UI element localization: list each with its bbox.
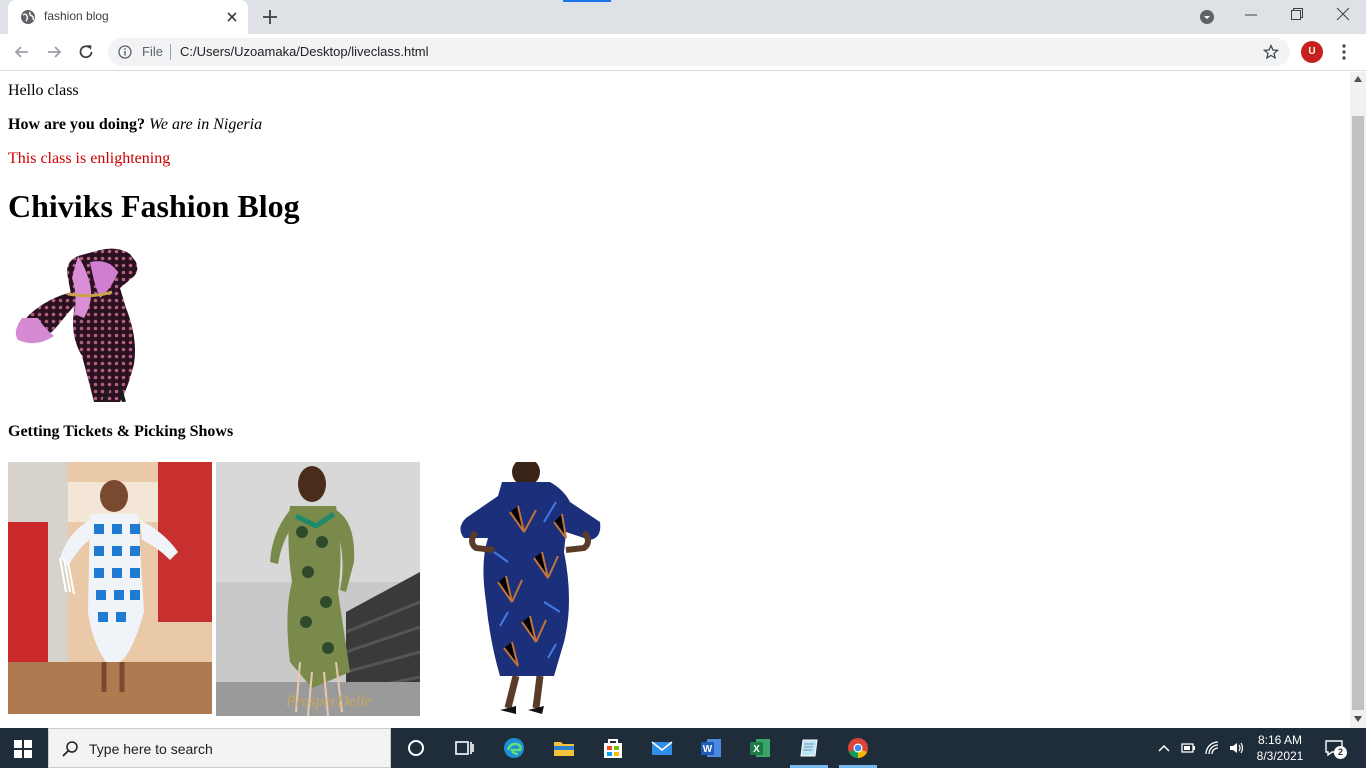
greeting-text: Hello class <box>8 82 79 99</box>
scroll-up-arrow-icon[interactable] <box>1354 76 1362 82</box>
pink-lace-dress-image <box>8 248 158 402</box>
bookmark-star-icon[interactable] <box>1263 44 1279 60</box>
back-icon[interactable] <box>12 42 32 62</box>
page-viewport: Hello class How are you doing? We are in… <box>0 72 1350 728</box>
question-line: How are you doing? We are in Nigeria <box>8 116 262 134</box>
page-scrollbar[interactable] <box>1350 72 1366 728</box>
notepad-icon[interactable] <box>797 736 821 760</box>
word-icon[interactable]: W <box>699 736 723 760</box>
tab-search-icon[interactable] <box>1199 9 1215 25</box>
svg-text:W: W <box>703 744 713 755</box>
address-bar[interactable]: File C:/Users/Uzoamaka/Desktop/liveclass… <box>108 38 1290 66</box>
scheme-label: File <box>142 44 163 59</box>
clock-time: 8:16 AM <box>1257 733 1303 747</box>
show-hidden-icons-chevron-icon[interactable] <box>1156 740 1172 756</box>
profile-avatar[interactable]: U <box>1301 41 1323 63</box>
edge-icon[interactable] <box>502 736 526 760</box>
windows-taskbar: Type here to search W X 8:16 AM 8/3/2021… <box>0 728 1366 768</box>
battery-icon[interactable] <box>1180 740 1196 756</box>
notification-count-badge: 2 <box>1334 746 1347 759</box>
cortana-icon[interactable] <box>404 736 428 760</box>
minimize-icon[interactable] <box>1244 8 1258 22</box>
question-bold-text: How are you doing? <box>8 116 146 133</box>
scroll-down-arrow-icon[interactable] <box>1354 716 1362 722</box>
green-print-fringe-dress-image: ProsperDelle <box>216 462 420 716</box>
enlightening-text: This class is enlightening <box>8 150 171 167</box>
close-tab-icon[interactable] <box>224 9 240 25</box>
reload-icon[interactable] <box>76 42 96 62</box>
chrome-icon[interactable] <box>846 736 870 760</box>
search-icon <box>62 741 78 757</box>
scroll-thumb[interactable] <box>1352 116 1364 710</box>
file-explorer-icon[interactable] <box>552 736 576 760</box>
new-tab-icon[interactable] <box>260 7 280 27</box>
page-title: Chiviks Fashion Blog <box>8 188 300 224</box>
svg-text:ProsperDelle: ProsperDelle <box>285 693 372 710</box>
tab-title: fashion blog <box>44 9 109 23</box>
windows-start-icon[interactable] <box>14 740 32 758</box>
mail-icon[interactable] <box>650 736 674 760</box>
restore-icon[interactable] <box>1290 7 1304 21</box>
excel-icon[interactable]: X <box>748 736 772 760</box>
info-icon[interactable] <box>118 45 132 59</box>
search-placeholder: Type here to search <box>89 741 213 757</box>
wifi-icon[interactable] <box>1204 740 1220 756</box>
forward-icon[interactable] <box>44 42 64 62</box>
svg-text:X: X <box>753 744 760 755</box>
store-icon[interactable] <box>601 736 625 760</box>
taskbar-clock[interactable]: 8:16 AM 8/3/2021 <box>1250 732 1310 764</box>
address-separator <box>170 44 171 60</box>
blue-checked-fringe-dress-image <box>8 462 212 714</box>
url-text[interactable]: C:/Users/Uzoamaka/Desktop/liveclass.html <box>180 44 429 59</box>
close-window-icon[interactable] <box>1336 7 1350 21</box>
globe-icon <box>21 10 35 24</box>
location-italic-text: We are in Nigeria <box>149 116 263 133</box>
tab-strip: fashion blog <box>0 0 1366 34</box>
taskbar-search-box[interactable]: Type here to search <box>48 728 391 768</box>
section-subheading: Getting Tickets & Picking Shows <box>8 423 234 440</box>
action-center-button[interactable]: 2 <box>1324 738 1347 759</box>
tab-fashion-blog[interactable]: fashion blog <box>8 0 248 34</box>
tab-strip-accent <box>563 0 611 2</box>
clock-date: 8/3/2021 <box>1256 749 1304 763</box>
browser-toolbar: File C:/Users/Uzoamaka/Desktop/liveclass… <box>0 34 1366 71</box>
blue-ankara-dress-image <box>424 462 628 716</box>
more-menu-icon[interactable] <box>1336 43 1352 61</box>
task-view-icon[interactable] <box>452 736 476 760</box>
volume-icon[interactable] <box>1228 740 1244 756</box>
